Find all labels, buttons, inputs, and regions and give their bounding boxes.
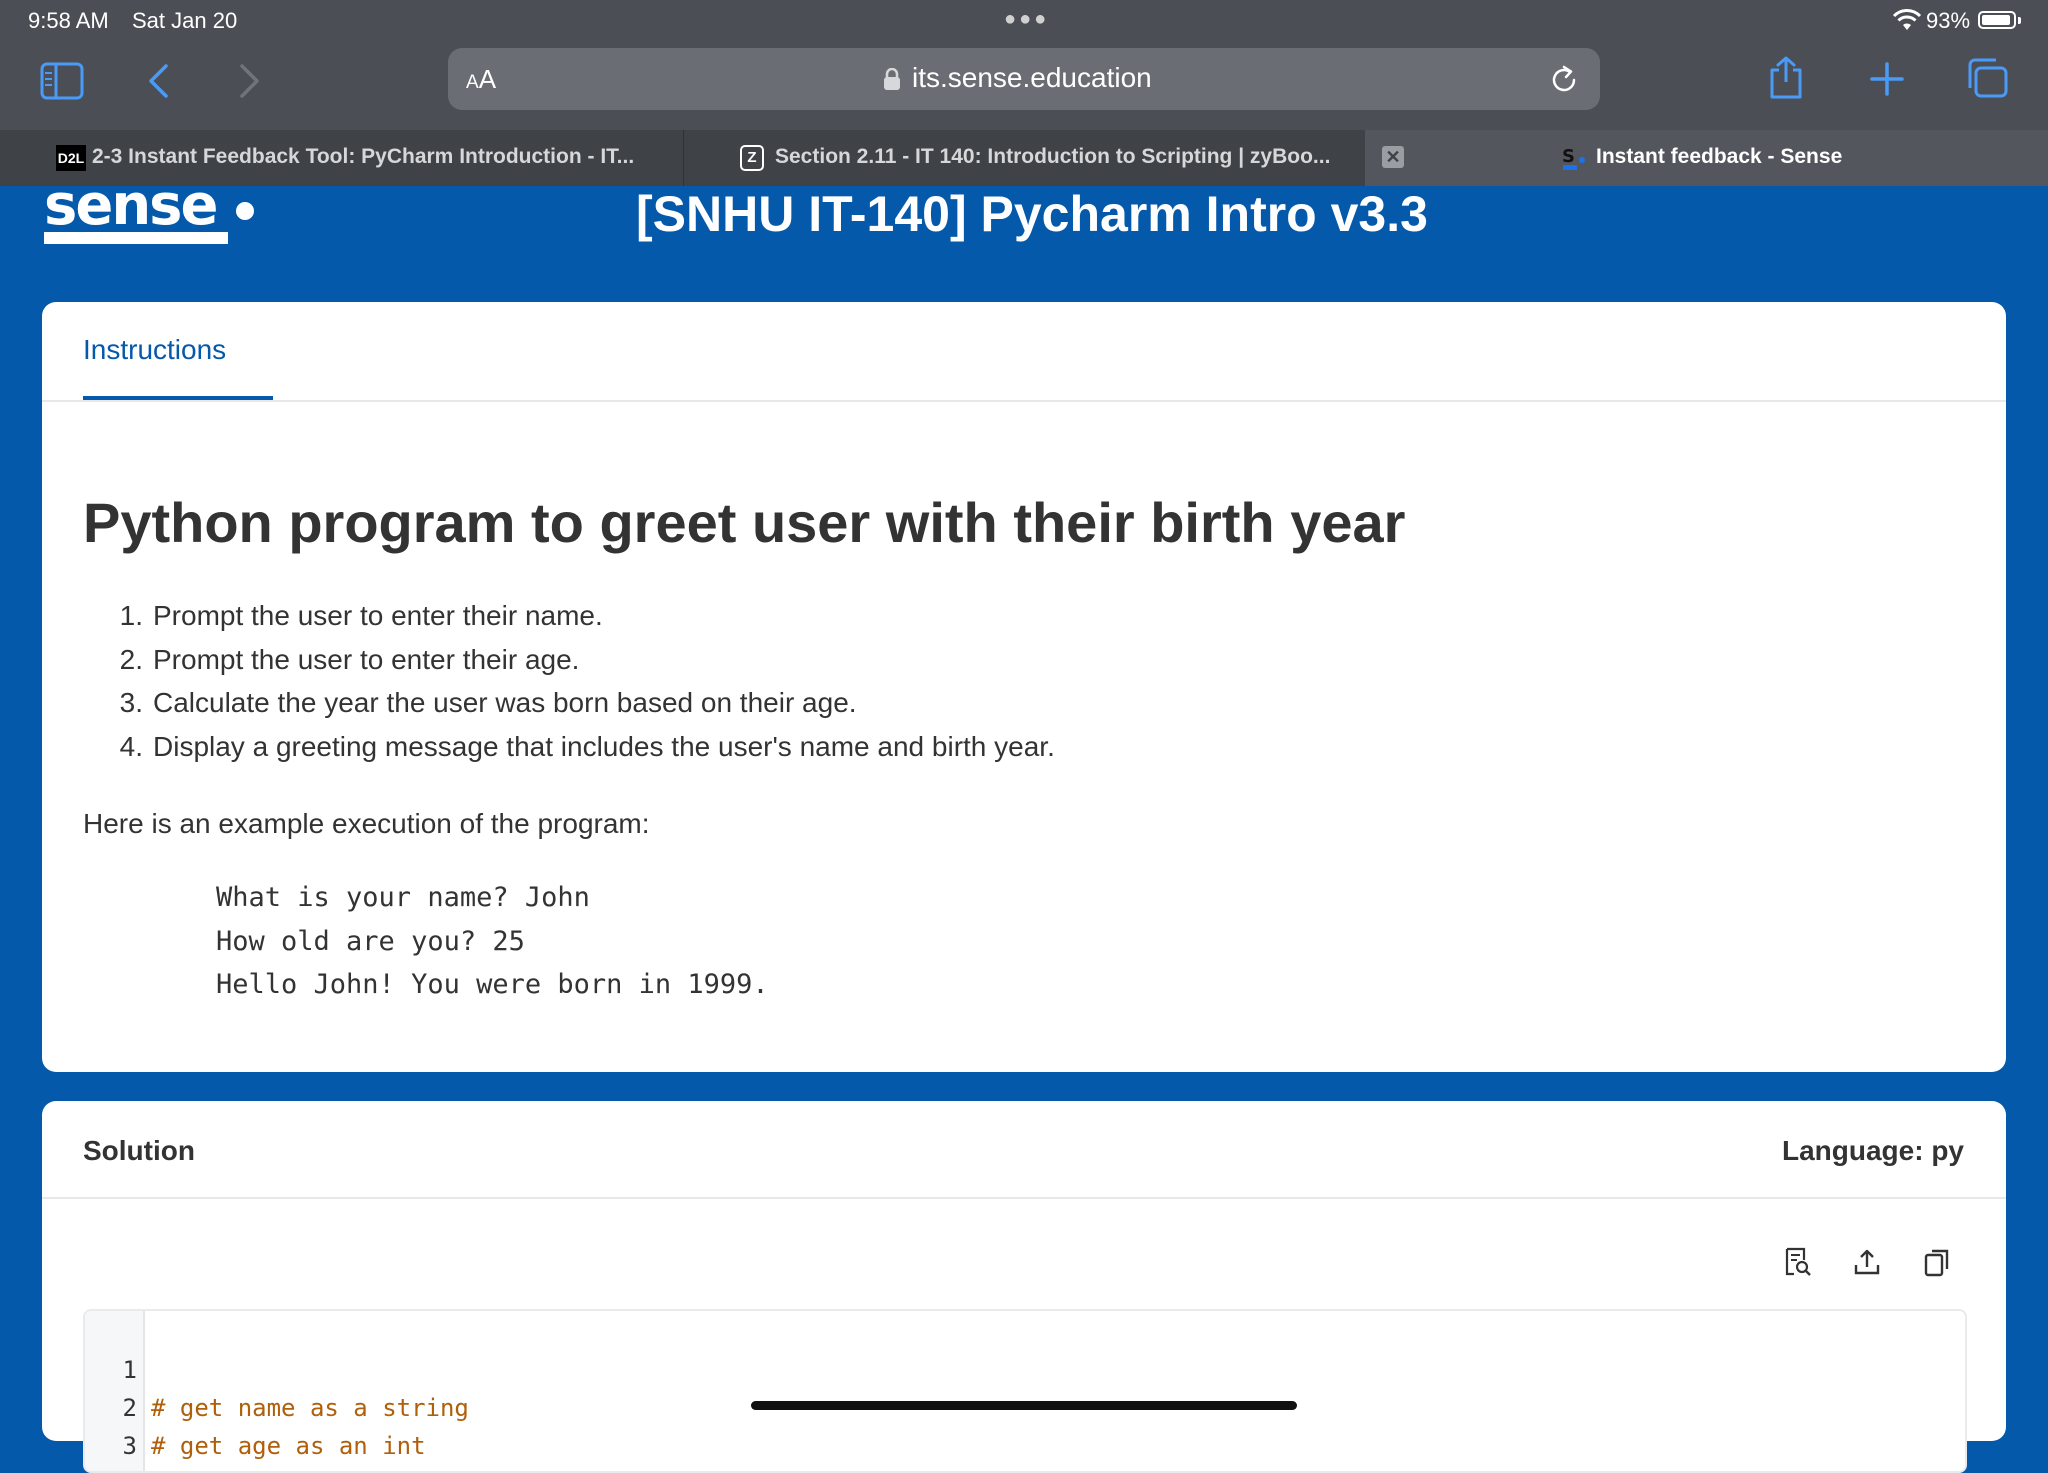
instructions-card: Instructions Python program to greet use… bbox=[42, 302, 2006, 1072]
browser-tab-zybooks[interactable]: Z Section 2.11 - IT 140: Introduction to… bbox=[683, 130, 1365, 186]
assignment-heading: Python program to greet user with their … bbox=[83, 490, 1405, 555]
url-text: its.sense.education bbox=[912, 62, 1152, 94]
code-text: # calculate birth year bbox=[151, 1465, 469, 1473]
list-item: 2.Prompt the user to enter their age. bbox=[83, 644, 1055, 688]
step-text: Calculate the year the user was born bas… bbox=[153, 687, 857, 718]
sidebar-icon[interactable] bbox=[40, 62, 84, 100]
reload-icon[interactable] bbox=[1548, 64, 1580, 96]
line-number: 3 bbox=[85, 1427, 137, 1465]
code-text: # get age as an int bbox=[151, 1427, 426, 1465]
list-item: 4.Display a greeting message that includ… bbox=[83, 731, 1055, 775]
page-title: [SNHU IT-140] Pycharm Intro v3.3 bbox=[636, 186, 1428, 242]
tab-strip: D2L 2-3 Instant Feedback Tool: PyCharm I… bbox=[0, 130, 2048, 186]
status-bar: 9:58 AM Sat Jan 20 ●●● 93% bbox=[0, 0, 2048, 42]
example-line: What is your name? John bbox=[216, 876, 769, 920]
solution-header: Solution Language: py bbox=[42, 1101, 2006, 1199]
example-output: What is your name? John How old are you?… bbox=[216, 876, 769, 1007]
tab-instructions[interactable]: Instructions bbox=[83, 334, 226, 366]
tabs-overview-icon[interactable] bbox=[1966, 58, 2008, 98]
multitasking-dots-icon[interactable]: ●●● bbox=[1004, 8, 1049, 31]
browser-tab-d2l[interactable]: D2L 2-3 Instant Feedback Tool: PyCharm I… bbox=[0, 130, 684, 186]
code-line[interactable]: 2 # get age as an int bbox=[85, 1351, 172, 1389]
review-icon[interactable] bbox=[1782, 1247, 1812, 1277]
instruction-steps: 1.Prompt the user to enter their name. 2… bbox=[83, 600, 1055, 774]
list-item: 3.Calculate the year the user was born b… bbox=[83, 687, 1055, 731]
code-text: # get name as a string bbox=[151, 1389, 469, 1427]
code-line[interactable]: 1 # get name as a string bbox=[85, 1313, 172, 1351]
sense-favicon-icon: S bbox=[1562, 144, 1588, 172]
tab-title: 2-3 Instant Feedback Tool: PyCharm Intro… bbox=[92, 145, 634, 169]
browser-tab-sense[interactable]: ✕ S Instant feedback - Sense bbox=[1365, 130, 2048, 186]
battery-percent: 93% bbox=[1926, 8, 1970, 34]
step-text: Prompt the user to enter their name. bbox=[153, 600, 603, 631]
language-label: Language: py bbox=[1782, 1135, 1964, 1167]
share-icon[interactable] bbox=[1766, 56, 1806, 100]
solution-card: Solution Language: py 1 # get name as a … bbox=[42, 1101, 2006, 1441]
text-size-button[interactable]: AAAA bbox=[466, 64, 496, 95]
zybooks-favicon-icon: Z bbox=[740, 145, 764, 171]
new-tab-icon[interactable] bbox=[1870, 62, 1904, 96]
battery-icon bbox=[1978, 11, 2016, 29]
copy-icon[interactable] bbox=[1922, 1247, 1952, 1277]
close-tab-icon[interactable]: ✕ bbox=[1382, 146, 1404, 168]
example-line: Hello John! You were born in 1999. bbox=[216, 963, 769, 1007]
status-date: Sat Jan 20 bbox=[132, 8, 237, 34]
active-tab-indicator bbox=[83, 396, 273, 400]
code-line[interactable]: 3 # calculate birth year bbox=[85, 1389, 172, 1427]
address-bar[interactable]: AAAA its.sense.education bbox=[448, 48, 1600, 110]
sense-logo[interactable]: sense bbox=[44, 186, 228, 244]
home-indicator[interactable] bbox=[751, 1401, 1297, 1410]
tab-title: Instant feedback - Sense bbox=[1596, 145, 1842, 169]
svg-text:S: S bbox=[1562, 146, 1575, 167]
lock-icon bbox=[884, 68, 900, 90]
page-header: sense [SNHU IT-140] Pycharm Intro v3.3 bbox=[0, 186, 2048, 300]
wifi-icon bbox=[1892, 8, 1922, 32]
tab-title: Section 2.11 - IT 140: Introduction to S… bbox=[775, 145, 1330, 169]
step-text: Display a greeting message that includes… bbox=[153, 731, 1055, 762]
list-item: 1.Prompt the user to enter their name. bbox=[83, 600, 1055, 644]
status-time: 9:58 AM bbox=[28, 8, 109, 34]
code-editor[interactable]: 1 # get name as a string 2 # get age as … bbox=[83, 1309, 1967, 1473]
instructions-tabs: Instructions bbox=[42, 302, 2006, 402]
browser-toolbar: AAAA its.sense.education bbox=[0, 42, 2048, 130]
example-line: How old are you? 25 bbox=[216, 920, 769, 964]
example-intro: Here is an example execution of the prog… bbox=[83, 808, 650, 840]
upload-icon[interactable] bbox=[1852, 1247, 1882, 1277]
forward-icon[interactable] bbox=[238, 62, 262, 100]
solution-title: Solution bbox=[83, 1135, 195, 1167]
d2l-favicon-icon: D2L bbox=[56, 145, 86, 171]
back-icon[interactable] bbox=[146, 62, 170, 100]
step-text: Prompt the user to enter their age. bbox=[153, 644, 579, 675]
